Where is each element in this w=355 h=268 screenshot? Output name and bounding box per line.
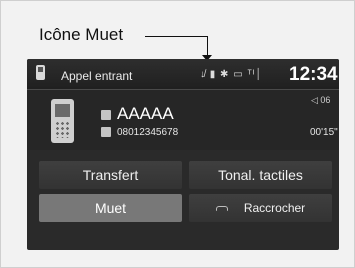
mute-button[interactable]: Muet [39,194,182,222]
screen-header: Appel entrant ↓̸ ▮ ✱ ▭ ᵀᴵ│ 12:34 [27,59,339,90]
status-icons: ↓̸ ▮ ✱ ▭ ᵀᴵ│ [200,69,263,80]
hang-up-icon [215,205,228,211]
mobile-phone-icon [51,99,74,143]
phone-number-icon [101,127,111,137]
transfer-button[interactable]: Transfert [39,161,182,189]
touch-tones-button[interactable]: Tonal. tactiles [189,161,332,189]
clock: 12:34 [289,64,338,85]
contact-name: AAAAA [117,104,174,123]
contact-icon [101,110,111,120]
figure-frame: Icône Muet Appel entrant ↓̸ ▮ ✱ ▭ ᵀᴵ│ 12… [0,0,355,268]
callout-leader-line [145,36,208,37]
phone-screen: Appel entrant ↓̸ ▮ ✱ ▭ ᵀᴵ│ 12:34 AAAAA 0… [27,59,339,250]
volume-indicator: ◁ 06 [311,95,331,105]
callout-label: Icône Muet [39,25,124,44]
hang-up-button[interactable]: Raccrocher [189,194,332,222]
phone-icon [36,65,45,80]
screen-title: Appel entrant [61,69,133,83]
hang-up-label: Raccrocher [243,201,306,215]
call-info-panel: AAAAA 08012345678 ◁ 06 00'15" [27,90,339,150]
phone-number: 08012345678 [117,127,179,138]
call-duration: 00'15" [310,127,338,138]
